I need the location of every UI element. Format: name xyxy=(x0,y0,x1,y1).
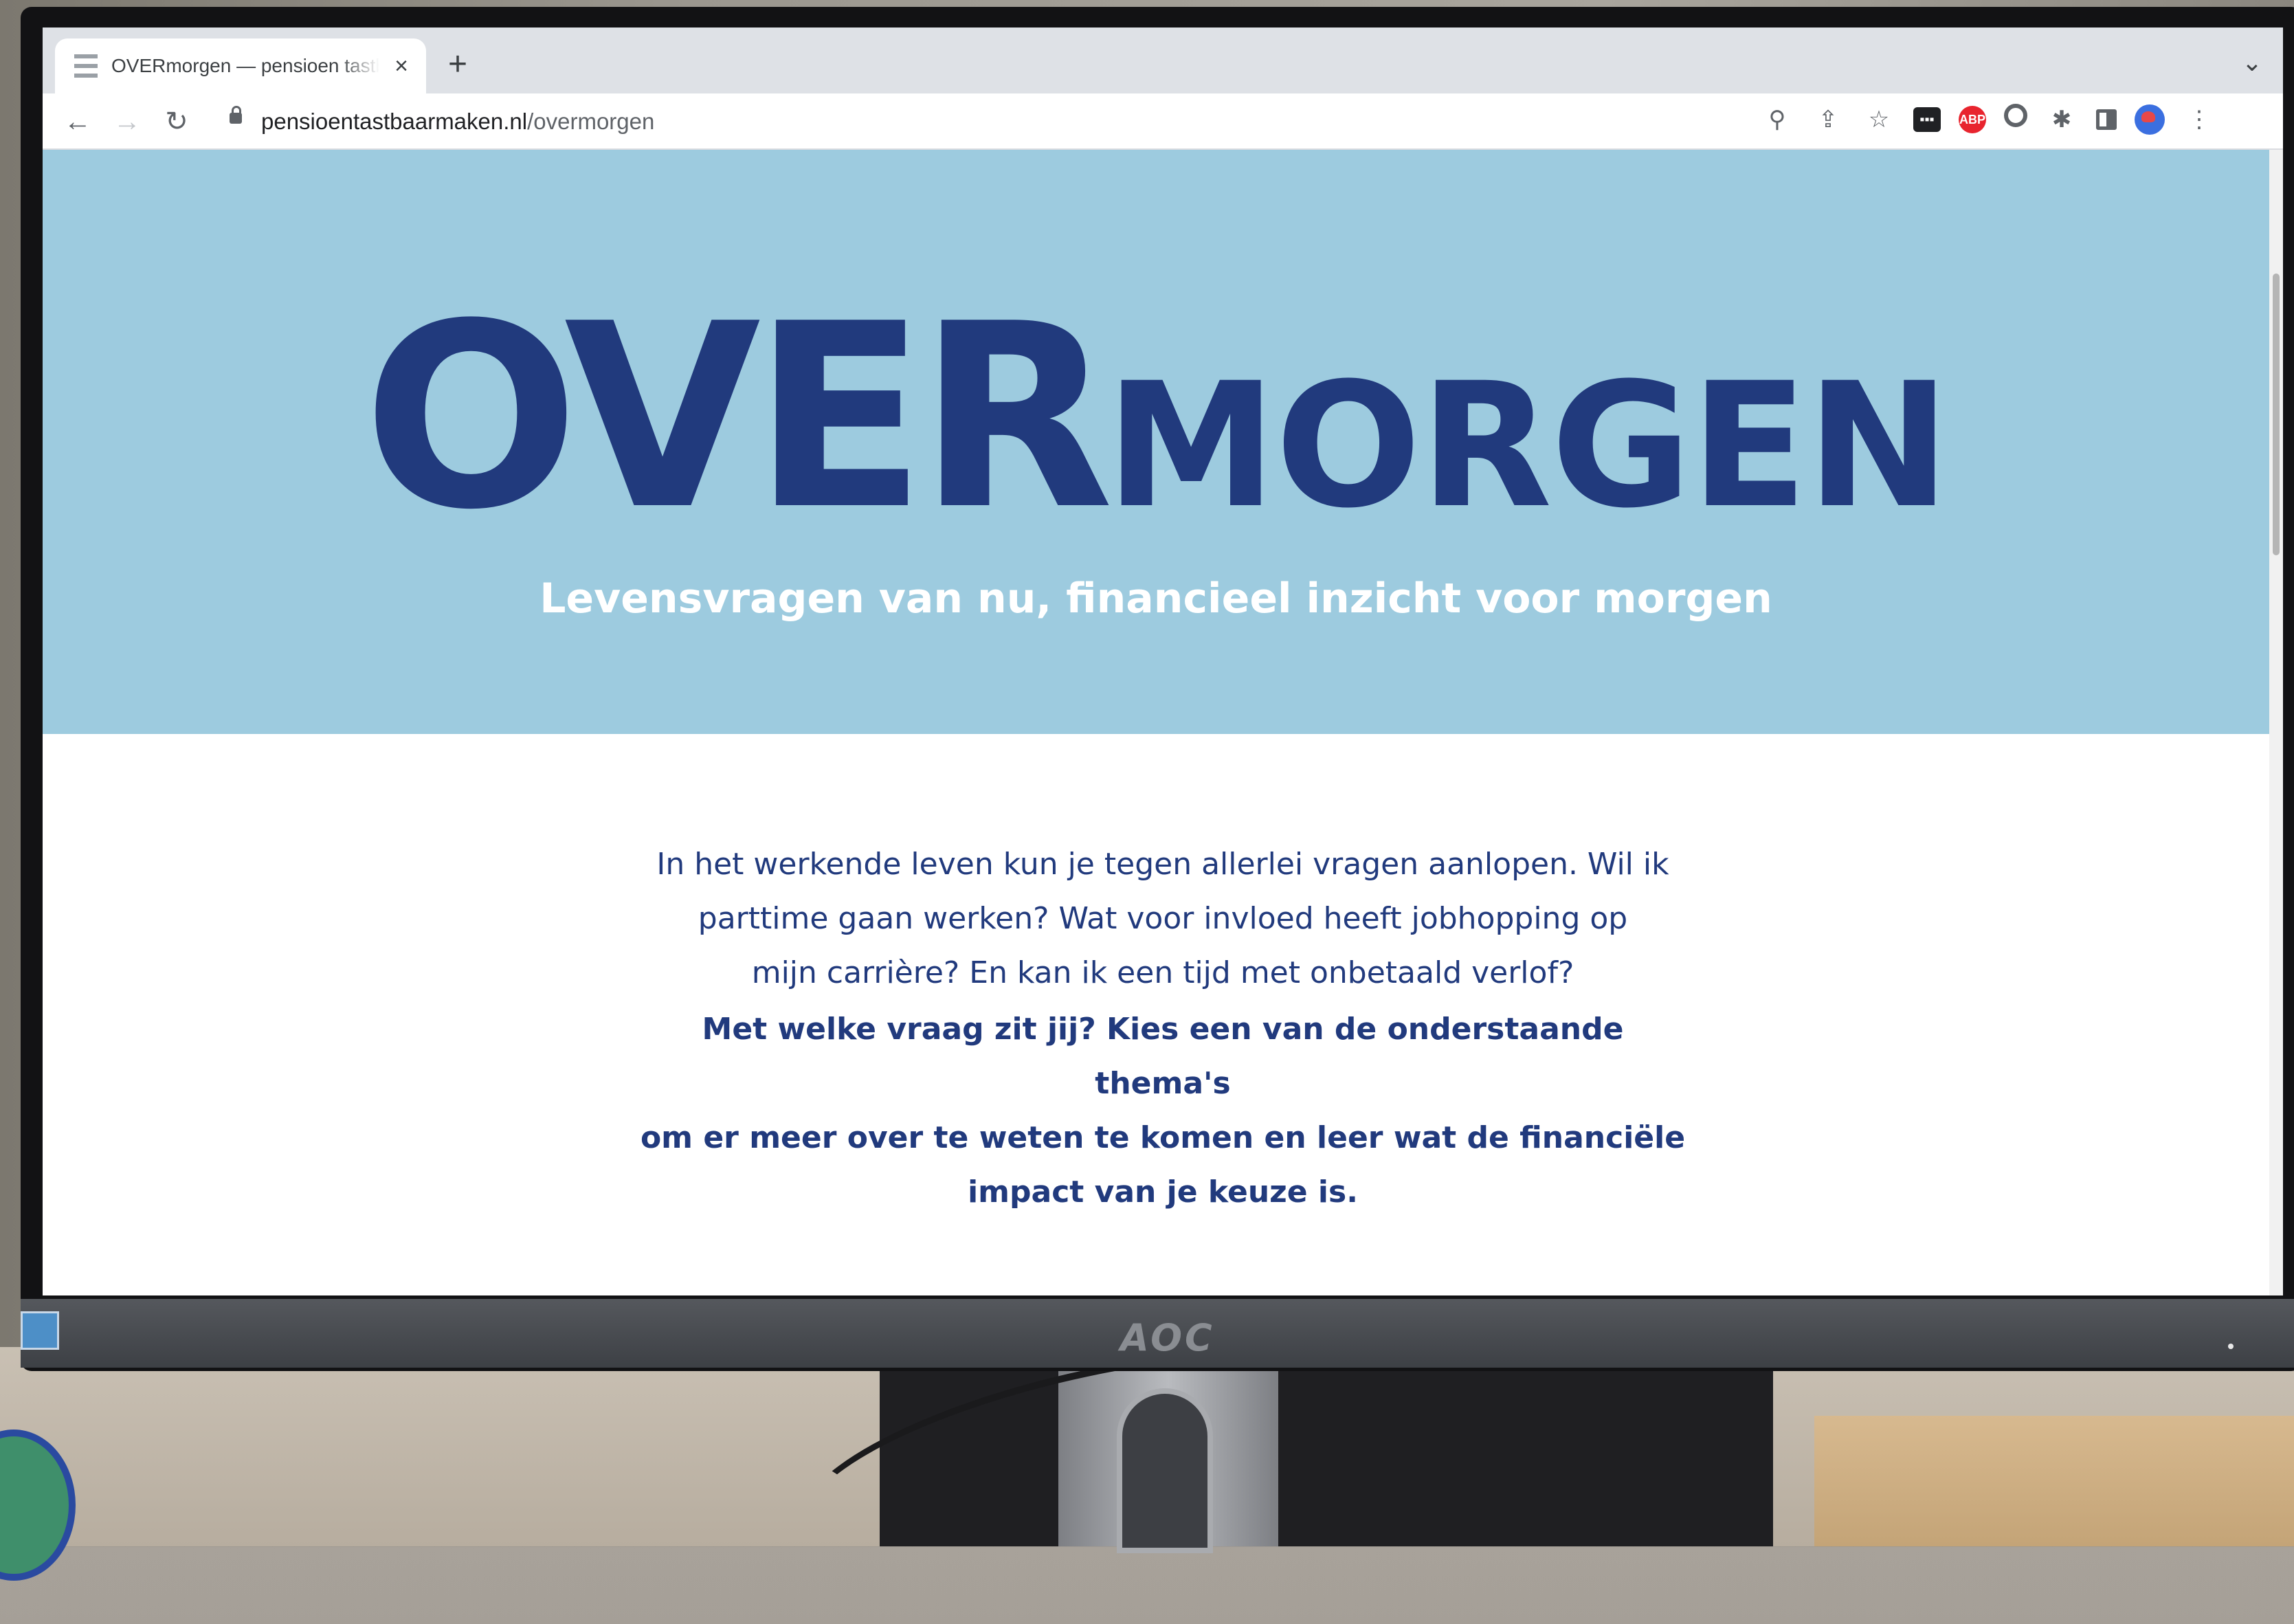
energy-star-sticker xyxy=(21,1311,59,1350)
url-host: pensioentastbaarmaken.nl xyxy=(261,109,528,134)
page-scrollbar[interactable] xyxy=(2269,150,2283,1295)
url-text[interactable]: pensioentastbaarmaken.nl/overmorgen xyxy=(261,109,654,135)
extensions-puzzle-icon[interactable]: ✱ xyxy=(2045,103,2078,136)
address-bar[interactable]: pensioentastbaarmaken.nl/overmorgen xyxy=(214,102,1823,142)
logo-over: OVER xyxy=(363,270,1114,566)
monitor-brand: AOC xyxy=(1120,1316,1215,1359)
hero-tagline: Levensvragen van nu, financieel inzicht … xyxy=(539,575,1772,623)
menu-kebab-icon[interactable]: ⋮ xyxy=(2183,103,2216,136)
cta-line: Met welke vraag zit jij? Kies een van de… xyxy=(702,1012,1624,1101)
intro-line: In het werkende leven kun je tegen aller… xyxy=(656,847,1669,882)
web-page: OVERMORGEN Levensvragen van nu, financie… xyxy=(43,150,2269,1295)
chevron-down-icon[interactable]: ⌄ xyxy=(2242,48,2262,77)
scrollbar-thumb[interactable] xyxy=(2273,274,2280,555)
url-path: /overmorgen xyxy=(527,109,655,134)
logo-morgen: MORGEN xyxy=(1105,346,1950,546)
adblock-plus-icon[interactable]: ABP xyxy=(1959,106,1986,133)
cta-line: impact van je keuze is. xyxy=(968,1175,1358,1210)
tab-title: OVERmorgen — pensioen tastbaarmaken xyxy=(111,55,379,76)
extension-dark-icon[interactable]: ▪▪▪ xyxy=(1913,107,1941,132)
profile-avatar[interactable] xyxy=(2135,104,2165,135)
cta-paragraph: Met welke vraag zit jij? Kies een van de… xyxy=(634,1002,1692,1219)
back-button[interactable]: ← xyxy=(59,103,96,140)
extension-ring-icon[interactable] xyxy=(2004,104,2027,127)
power-led xyxy=(2228,1344,2234,1349)
browser-toolbar: ← → ↻ pensioentastbaarmaken.nl/overmorge… xyxy=(43,93,2283,150)
close-icon[interactable]: × xyxy=(388,53,415,80)
intro-paragraph: In het werkende leven kun je tegen aller… xyxy=(634,837,1692,1000)
share-icon[interactable]: ⇪ xyxy=(1812,103,1845,136)
intro-line: mijn carrière? En kan ik een tijd met on… xyxy=(751,955,1574,990)
toolbar-icons: ⚲ ⇪ ☆ ▪▪▪ ABP ✱ ⋮ xyxy=(1761,103,2216,136)
hero-banner: OVERMORGEN Levensvragen van nu, financie… xyxy=(43,150,2269,734)
favicon-icon xyxy=(74,54,98,78)
lock-icon[interactable] xyxy=(230,106,242,124)
screen: OVERmorgen — pensioen tastbaarmaken × + … xyxy=(43,27,2283,1295)
zoom-icon[interactable]: ⚲ xyxy=(1761,103,1794,136)
cardboard-box xyxy=(1814,1416,2294,1546)
bookmark-star-icon[interactable]: ☆ xyxy=(1862,103,1895,136)
intro-line: parttime gaan werken? Wat voor invloed h… xyxy=(698,901,1628,936)
forward-button[interactable]: → xyxy=(109,103,146,140)
new-tab-button[interactable]: + xyxy=(448,48,467,81)
overmorgen-logo[interactable]: OVERMORGEN xyxy=(43,291,2269,545)
side-panel-icon[interactable] xyxy=(2096,109,2117,130)
tab-overmorgen[interactable]: OVERmorgen — pensioen tastbaarmaken × xyxy=(55,38,426,93)
cta-line: om er meer over te weten te komen en lee… xyxy=(640,1120,1686,1155)
tab-strip: OVERmorgen — pensioen tastbaarmaken × + … xyxy=(43,27,2283,93)
reload-button[interactable]: ↻ xyxy=(158,103,195,140)
